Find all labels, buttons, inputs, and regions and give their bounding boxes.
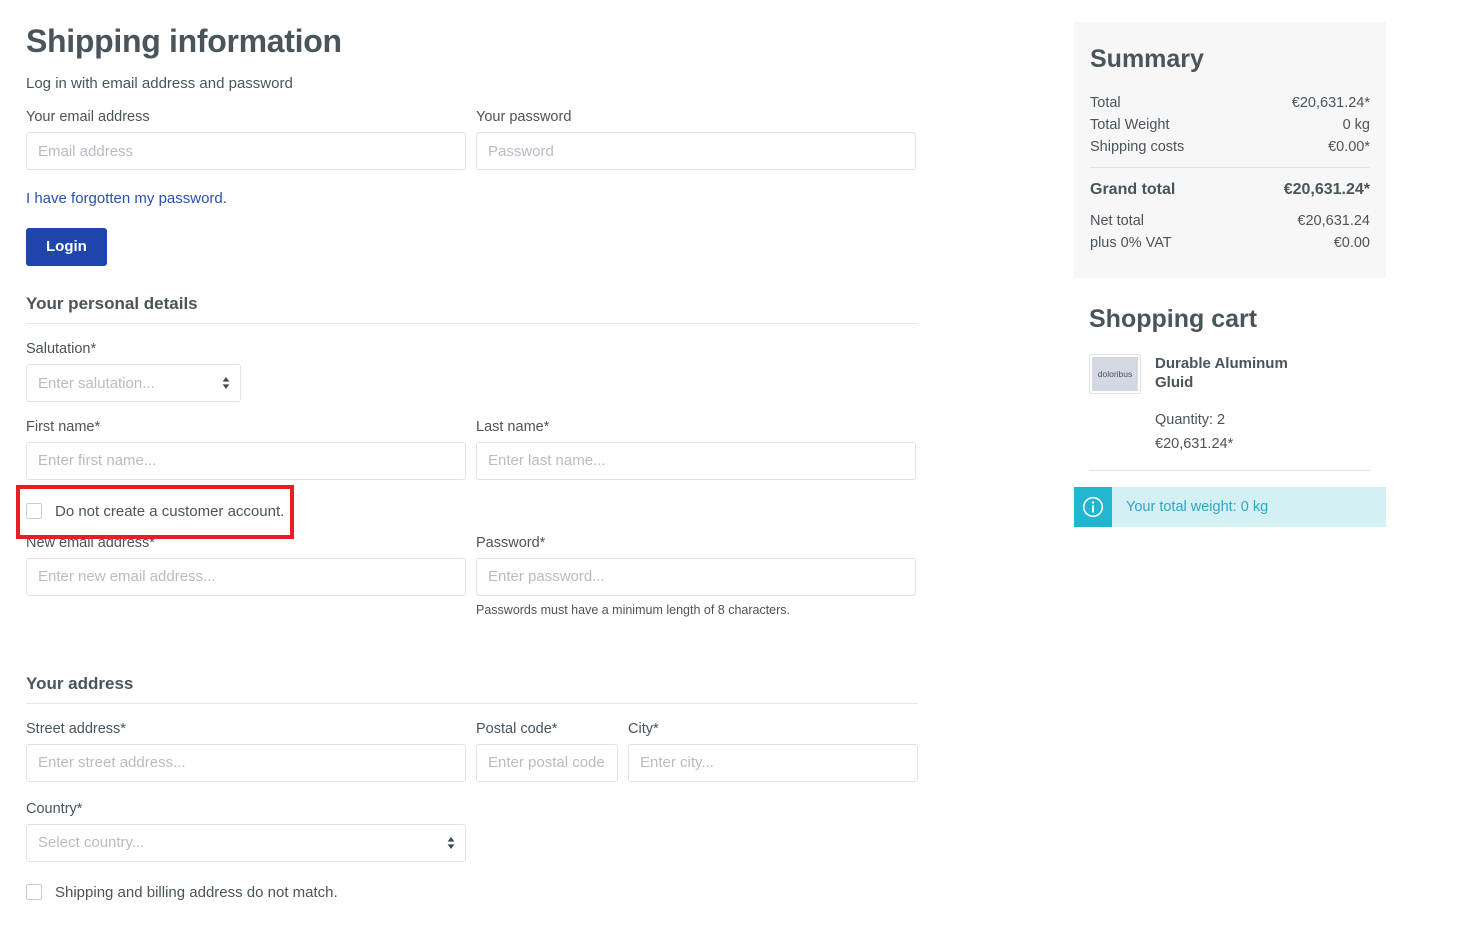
address-section: Your address Street address* Postal code… [26, 674, 918, 901]
vat-value: €0.00 [1333, 235, 1370, 251]
new-password-input[interactable] [476, 557, 916, 596]
salutation-group: Salutation* Enter salutation... [26, 340, 918, 403]
summary-row-label: Total [1090, 95, 1121, 111]
billing-mismatch-checkbox-row[interactable]: Shipping and billing address do not matc… [26, 884, 918, 901]
summary-row-value: €0.00* [1328, 139, 1370, 155]
password-help-text: Passwords must have a minimum length of … [476, 602, 791, 617]
summary-row-value: €20,631.24* [1291, 95, 1370, 111]
login-email-input[interactable] [26, 132, 466, 171]
last-name-input[interactable] [476, 441, 916, 480]
personal-details-heading: Your personal details [26, 294, 918, 325]
new-password-label: Password* [476, 534, 546, 551]
checkout-page: Shipping information Log in with email a… [0, 0, 1467, 930]
new-email-label: New email address* [26, 534, 155, 551]
salutation-label: Salutation* [26, 341, 97, 358]
cart-item-info: Durable Aluminum Gluid Quantity: 2 €20,6… [1155, 354, 1305, 456]
grand-total-value: €20,631.24* [1283, 181, 1370, 198]
city-group: City* [628, 720, 918, 782]
page-title: Shipping information [26, 23, 342, 59]
grand-total-row: Grand total €20,631.24* [1090, 177, 1370, 205]
no-account-checkbox[interactable] [26, 503, 42, 520]
country-select[interactable]: Select country... [26, 823, 466, 862]
address-heading: Your address [26, 674, 918, 705]
postal-label: Postal code* [476, 721, 558, 738]
new-email-input[interactable] [26, 557, 466, 596]
cart-item-quantity: Quantity: 2 [1155, 412, 1226, 429]
shopping-cart-title: Shopping cart [1089, 305, 1258, 333]
info-icon-container [1074, 486, 1112, 527]
cart-item-meta: Quantity: 2 €20,631.24* [1155, 409, 1305, 455]
login-password-group: Your password [476, 108, 916, 171]
billing-mismatch-label[interactable]: Shipping and billing address do not matc… [55, 884, 338, 901]
total-weight-alert: Your total weight: 0 kg [1074, 486, 1386, 527]
net-total-row: Net total €20,631.24 [1090, 210, 1370, 232]
cart-item-price: €20,631.24* [1155, 435, 1234, 452]
last-name-group: Last name* [476, 418, 916, 480]
salutation-select[interactable]: Enter salutation... [26, 364, 241, 403]
first-name-label: First name* [26, 419, 101, 436]
product-thumbnail-placeholder: doloribus [1092, 357, 1138, 391]
last-name-label: Last name* [476, 419, 550, 436]
net-total-value: €20,631.24 [1297, 213, 1370, 229]
summary-row-value: 0 kg [1342, 117, 1370, 133]
login-email-group: Your email address [26, 108, 466, 171]
country-select-wrap: Select country... [26, 823, 466, 862]
login-button[interactable]: Login [26, 228, 107, 267]
no-account-checkbox-label[interactable]: Do not create a customer account. [55, 503, 284, 520]
city-label: City* [628, 721, 659, 738]
grand-total-label: Grand total [1090, 181, 1176, 198]
summary-row-label: Total Weight [1090, 117, 1170, 133]
name-fields-row: First name* Last name* [26, 418, 918, 480]
street-label: Street address* [26, 721, 126, 738]
first-name-group: First name* [26, 418, 466, 480]
personal-details-section: Your personal details Salutation* Enter … [26, 294, 918, 618]
cart-divider [1089, 469, 1371, 471]
vat-label: plus 0% VAT [1090, 235, 1172, 251]
order-sidebar: Summary Total €20,631.24* Total Weight 0… [1074, 22, 1386, 527]
address-fields-row: Street address* Postal code* City* [26, 720, 918, 782]
street-input[interactable] [26, 743, 466, 782]
info-icon [1082, 496, 1104, 517]
first-name-input[interactable] [26, 441, 466, 480]
forgot-password-link[interactable]: I have forgotten my password. [26, 190, 227, 207]
summary-title: Summary [1090, 45, 1204, 73]
total-weight-alert-text: Your total weight: 0 kg [1126, 498, 1269, 515]
checkout-form-column: Shipping information Log in with email a… [26, 0, 918, 901]
login-button-wrap: Login [26, 208, 918, 267]
login-email-label: Your email address [26, 109, 150, 126]
summary-row-label: Shipping costs [1090, 139, 1185, 155]
summary-row: Shipping costs €0.00* [1090, 136, 1370, 158]
billing-mismatch-checkbox[interactable] [26, 884, 42, 901]
credentials-row: New email address* Password* Passwords m… [26, 534, 918, 618]
login-fields-row: Your email address Your password [26, 108, 918, 171]
new-email-group: New email address* [26, 534, 466, 618]
login-subtitle: Log in with email address and password [26, 75, 293, 93]
login-password-input[interactable] [476, 132, 916, 171]
new-password-group: Password* Passwords must have a minimum … [476, 534, 916, 618]
postal-group: Postal code* [476, 720, 618, 782]
product-thumbnail[interactable]: doloribus [1089, 354, 1141, 394]
no-account-checkbox-row[interactable]: Do not create a customer account. [26, 503, 918, 520]
city-input[interactable] [628, 743, 918, 782]
postal-input[interactable] [476, 743, 618, 782]
summary-row: Total €20,631.24* [1090, 92, 1370, 114]
country-group: Country* Select country... [26, 800, 918, 862]
cart-item-name[interactable]: Durable Aluminum Gluid [1155, 354, 1305, 392]
net-total-label: Net total [1090, 213, 1144, 229]
salutation-select-wrap: Enter salutation... [26, 364, 241, 403]
summary-row: Total Weight 0 kg [1090, 114, 1370, 136]
cart-line-item: doloribus Durable Aluminum Gluid Quantit… [1074, 354, 1386, 456]
login-password-label: Your password [476, 109, 572, 126]
country-label: Country* [26, 800, 83, 817]
street-group: Street address* [26, 720, 466, 782]
vat-row: plus 0% VAT €0.00 [1090, 232, 1370, 254]
summary-panel: Summary Total €20,631.24* Total Weight 0… [1074, 22, 1386, 278]
summary-divider [1090, 167, 1370, 168]
